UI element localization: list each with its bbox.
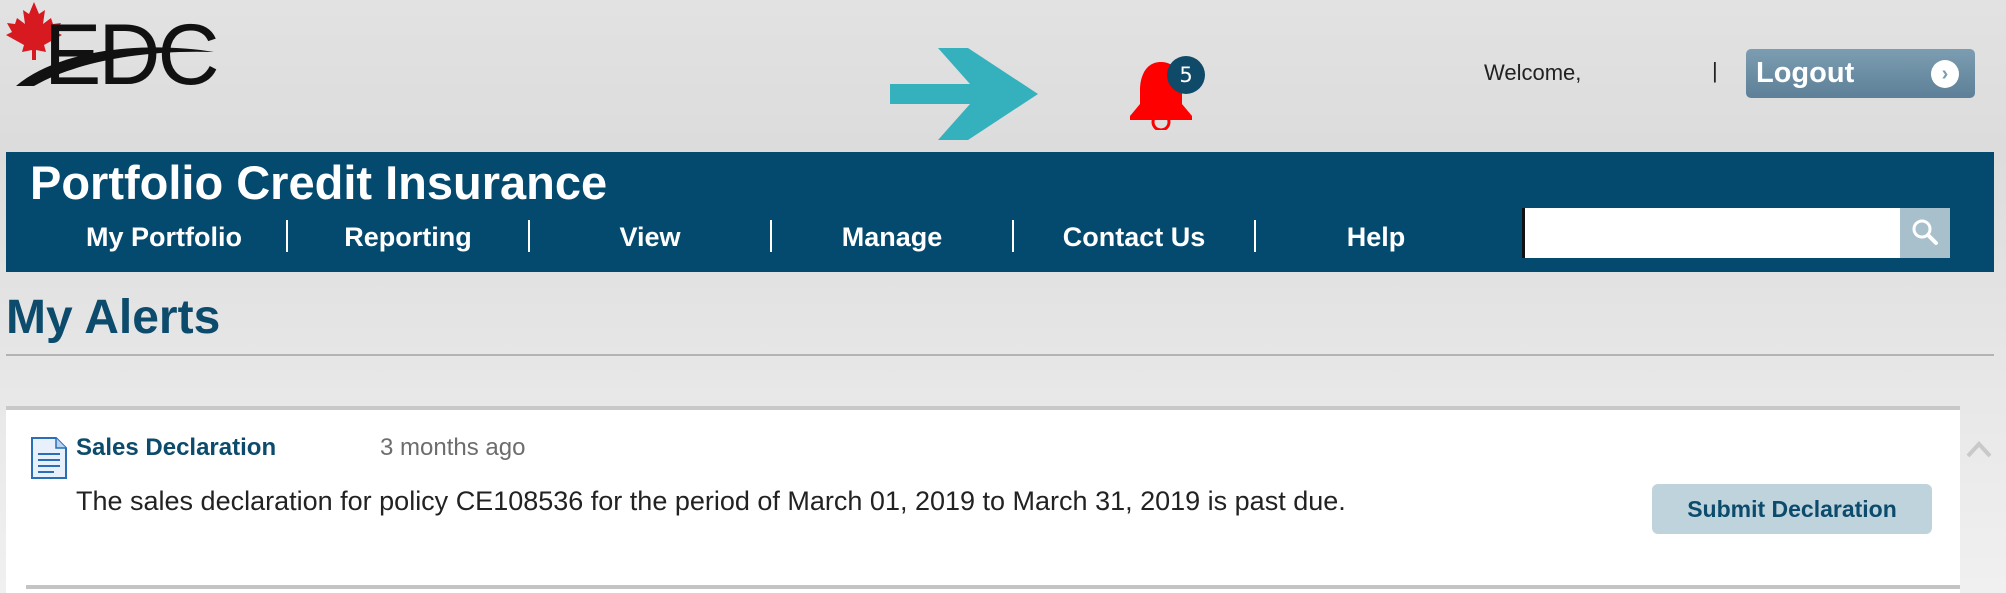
logout-label: Logout xyxy=(1756,57,1855,89)
nav-my-portfolio[interactable]: My Portfolio xyxy=(46,214,282,260)
alert-card-divider xyxy=(26,585,1960,589)
edc-logo[interactable]: EDC xyxy=(4,0,254,103)
search-button[interactable] xyxy=(1900,208,1950,258)
main-navbar: Portfolio Credit Insurance My Portfolio … xyxy=(6,152,1994,272)
search-icon xyxy=(1912,219,1938,245)
nav-view[interactable]: View xyxy=(532,214,768,260)
alert-type-link[interactable]: Sales Declaration xyxy=(76,434,276,462)
notification-count-badge[interactable]: 5 xyxy=(1167,56,1205,94)
header-separator: | xyxy=(1712,58,1718,83)
title-divider xyxy=(6,354,1994,356)
nav-divider xyxy=(286,220,288,252)
page-title: My Alerts xyxy=(6,291,221,344)
logout-button[interactable]: Logout › xyxy=(1746,49,1975,98)
document-icon xyxy=(31,437,67,479)
nav-divider xyxy=(1012,220,1014,252)
nav-help[interactable]: Help xyxy=(1258,214,1494,260)
search-input[interactable] xyxy=(1522,208,1900,258)
nav-divider xyxy=(770,220,772,252)
nav-divider xyxy=(1254,220,1256,252)
nav-divider xyxy=(528,220,530,252)
alert-timestamp: 3 months ago xyxy=(380,434,526,461)
nav-manage[interactable]: Manage xyxy=(774,214,1010,260)
logo-text: EDC xyxy=(44,7,217,92)
nav-contact-us[interactable]: Contact Us xyxy=(1016,214,1252,260)
arrow-right-icon xyxy=(890,48,1038,140)
chevron-right-icon: › xyxy=(1931,60,1959,88)
nav-reporting[interactable]: Reporting xyxy=(290,214,526,260)
scroll-up-icon[interactable] xyxy=(1962,434,1996,464)
welcome-label: Welcome, xyxy=(1484,60,1582,85)
app-title: Portfolio Credit Insurance xyxy=(30,156,608,209)
alert-card: Sales Declaration 3 months ago The sales… xyxy=(6,406,1960,593)
submit-declaration-button[interactable]: Submit Declaration xyxy=(1652,484,1932,534)
alert-message: The sales declaration for policy CE10853… xyxy=(76,486,1346,516)
